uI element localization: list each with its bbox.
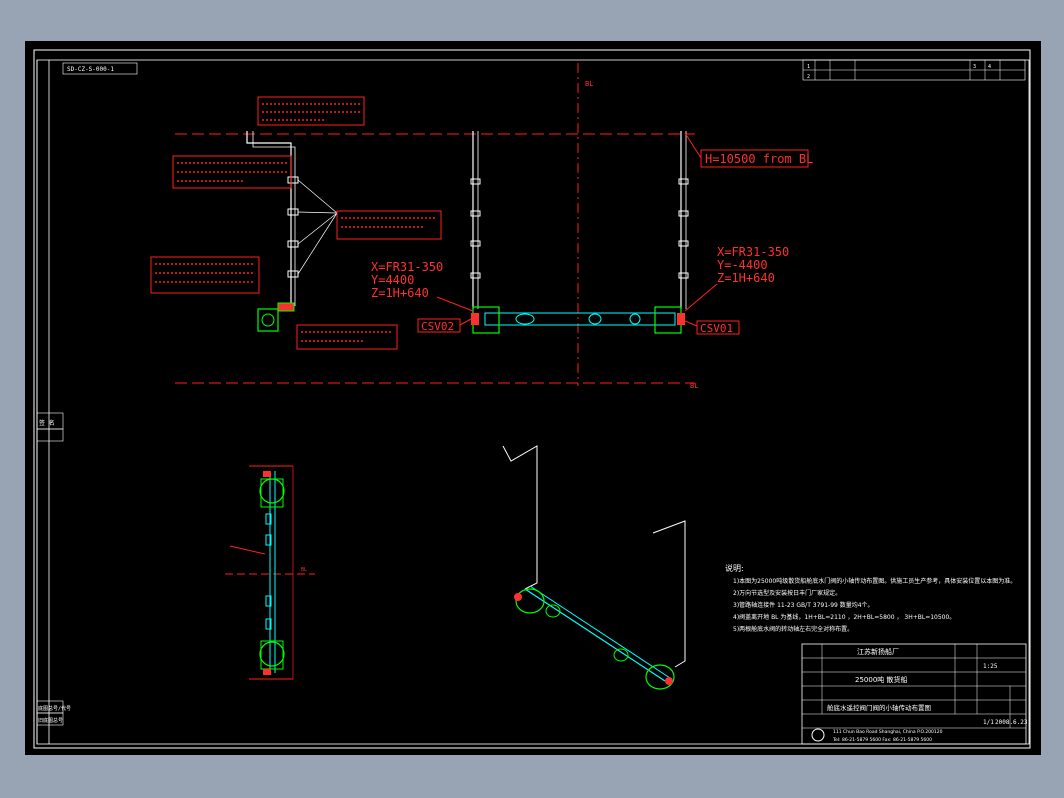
height-callout-text: H=10500 from BL xyxy=(705,152,813,166)
coords-right-callout: X=FR31-350 Y=-4400 Z=1H+640 xyxy=(684,245,789,312)
title-project: 25000吨 散货船 xyxy=(855,675,908,684)
company-logo xyxy=(811,728,825,742)
csv01-label: CSV01 xyxy=(700,322,733,335)
height-callout: H=10500 from BL xyxy=(684,132,813,168)
notes-title: 说明: xyxy=(725,563,744,573)
note-2: 2)万向节选型及安装按日丰门厂家规定。 xyxy=(733,589,841,597)
rev-cell-3: 3 xyxy=(973,64,976,70)
revision-table: 1 2 3 4 xyxy=(802,59,1026,81)
left-strip: 签 名 底图总号/代号 旧底图总号 xyxy=(36,60,71,744)
left-strip-label-top: 签 名 xyxy=(39,419,55,427)
left-note-boxes xyxy=(150,96,442,350)
left-shaft-assembly xyxy=(246,131,299,332)
coords-right-z: Z=1H+640 xyxy=(717,271,775,285)
title-scale: 1:25 xyxy=(983,663,998,670)
note-1: 1)本图为25000吨级散货船舱底水门阀的小轴传动布置图。供施工员生产参考，具体… xyxy=(733,577,1016,585)
baseline-label-bottom: BL xyxy=(690,382,698,390)
coords-right-y: Y=-4400 xyxy=(717,258,768,272)
title-drawing: 舱底水遥控阀门阀的小轴传动布置图 xyxy=(827,703,931,712)
title-block: 江苏新扬船厂 25000吨 散货船 舱底水遥控阀门阀的小轴传动布置图 1:25 … xyxy=(801,643,1028,745)
coords-left-z: Z=1H+640 xyxy=(371,286,429,300)
left-note-scribbles xyxy=(155,103,437,342)
coords-right-x: X=FR31-350 xyxy=(717,245,789,259)
csv02-label: CSV02 xyxy=(421,320,454,333)
title-sheet: 1/1 xyxy=(983,719,994,726)
isometric-view xyxy=(502,445,686,690)
title-company: 江苏新扬船厂 xyxy=(857,647,899,656)
note-4: 4)阀盖离开地 BL 为基线，1H+BL=2110 ，2H+BL=5800 ， … xyxy=(733,613,955,621)
title-address: 111 Chun Bao Road Shanghai, China P.O.20… xyxy=(833,729,943,735)
note-5: 5)两根舱底水阀的转动轴左右完全对称布置。 xyxy=(733,625,853,633)
center-right-shafts xyxy=(470,131,689,309)
drawing-frame xyxy=(33,49,1031,749)
code-tag: SD-CZ-S-000-1 xyxy=(62,62,138,75)
rev-cell-2: 2 xyxy=(807,74,810,80)
leader-lines xyxy=(297,179,338,275)
side-elevation-view: BL xyxy=(225,465,315,680)
note-3: 3)管路轴连接件 11-23 GB/T 3791-99 数量均4个。 xyxy=(733,601,874,609)
rev-cell-1: 1 xyxy=(807,64,810,70)
notes-block: 说明: 1)本图为25000吨级散货船舱底水门阀的小轴传动布置图。供施工员生产参… xyxy=(725,563,1016,633)
rev-cell-4: 4 xyxy=(988,64,991,70)
code-tag-text: SD-CZ-S-000-1 xyxy=(67,66,114,73)
title-phone: Tel: 86-21-5879 5600 Fax: 86-21-5879 560… xyxy=(832,737,932,743)
cad-drawing-sheet: 签 名 底图总号/代号 旧底图总号 SD-CZ-S-000-1 1 2 3 4 … xyxy=(25,41,1041,755)
baseline-label-top: BL xyxy=(585,80,593,88)
left-strip-label-bottom-1: 底图总号/代号 xyxy=(38,705,71,712)
left-strip-label-bottom-2: 旧底图总号 xyxy=(38,717,63,724)
coords-left-callout: X=FR31-350 Y=4400 Z=1H+640 xyxy=(371,260,474,312)
coords-left-y: Y=4400 xyxy=(371,273,414,287)
coords-left-x: X=FR31-350 xyxy=(371,260,443,274)
title-date: 2008.6.23 xyxy=(995,719,1028,726)
side-view-bl-label: BL xyxy=(301,567,307,573)
center-lines: BL BL xyxy=(175,63,698,390)
